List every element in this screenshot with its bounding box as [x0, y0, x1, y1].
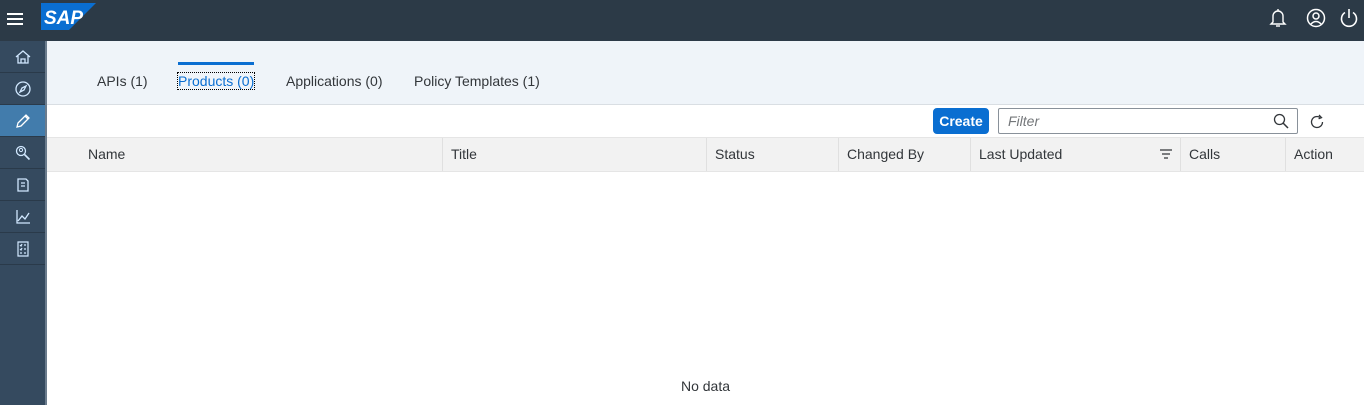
home-icon — [15, 49, 30, 64]
tab-policy-templates[interactable]: Policy Templates (1) — [414, 41, 540, 104]
power-icon[interactable] — [1337, 6, 1361, 30]
nav-monitor[interactable] — [0, 201, 45, 233]
sort-descending-icon[interactable] — [1160, 149, 1172, 159]
checklist-icon — [16, 240, 29, 257]
table-header: Name Title Status Changed By Last Update… — [47, 137, 1364, 172]
tab-products[interactable]: Products (0) — [176, 41, 256, 104]
document-icon — [16, 177, 29, 192]
side-navigation — [0, 41, 47, 405]
column-header-calls[interactable]: Calls — [1181, 138, 1220, 171]
tab-label: Products (0) — [176, 72, 256, 90]
filter-input[interactable] — [999, 109, 1269, 133]
search-icon[interactable] — [1273, 113, 1289, 129]
nav-develop[interactable] — [0, 105, 45, 137]
shell-header: SAP — [0, 0, 1364, 41]
column-header-title[interactable]: Title — [443, 138, 477, 171]
tab-apis[interactable]: APIs (1) — [97, 41, 148, 104]
line-chart-icon — [15, 209, 30, 224]
column-header-action[interactable]: Action — [1286, 138, 1333, 171]
compass-icon — [14, 80, 31, 97]
active-tab-indicator — [178, 62, 254, 65]
filter-field[interactable] — [998, 108, 1298, 134]
tab-label: Applications (0) — [286, 73, 383, 89]
bell-icon[interactable] — [1266, 6, 1290, 30]
search-people-icon — [15, 145, 30, 160]
nav-discover[interactable] — [0, 73, 45, 105]
logo-text: SAP — [44, 8, 83, 29]
column-header-status[interactable]: Status — [707, 138, 755, 171]
refresh-icon[interactable] — [1308, 113, 1326, 131]
tab-label: APIs (1) — [97, 73, 148, 89]
tab-bar: APIs (1) Products (0) Applications (0) P… — [47, 41, 1364, 105]
nav-checklist[interactable] — [0, 233, 45, 265]
nav-home[interactable] — [0, 41, 45, 73]
menu-icon[interactable] — [0, 0, 32, 38]
pencil-icon — [15, 113, 30, 128]
tab-label: Policy Templates (1) — [414, 73, 540, 89]
tab-applications[interactable]: Applications (0) — [286, 41, 383, 104]
sap-logo[interactable]: SAP — [41, 3, 96, 30]
nav-configure[interactable] — [0, 137, 45, 169]
no-data-text: No data — [680, 378, 731, 394]
column-header-changed-by[interactable]: Changed By — [839, 138, 924, 171]
create-button[interactable]: Create — [933, 108, 989, 134]
column-header-name[interactable]: Name — [80, 138, 125, 171]
nav-documents[interactable] — [0, 169, 45, 201]
user-icon[interactable] — [1304, 6, 1328, 30]
column-header-last-updated[interactable]: Last Updated — [971, 138, 1062, 171]
